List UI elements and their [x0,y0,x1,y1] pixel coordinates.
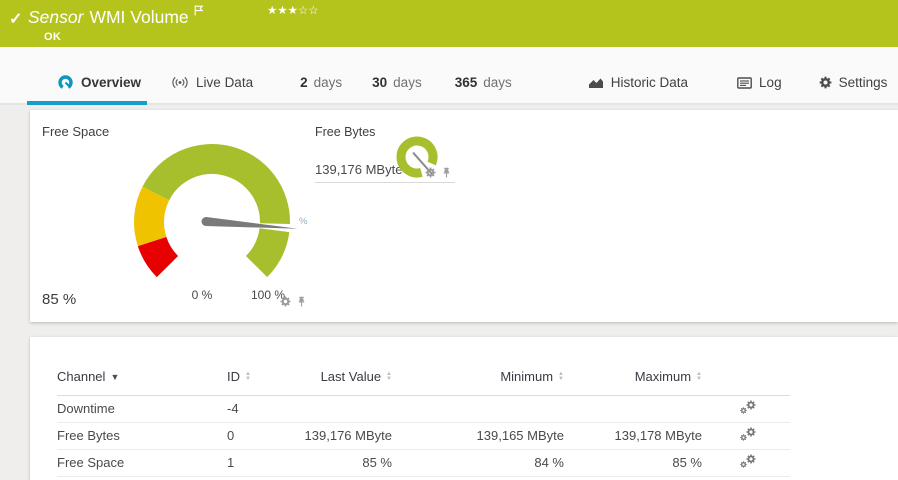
channel-settings-icon[interactable] [740,426,758,445]
cell-maximum [570,395,708,423]
tab-unit: days [313,75,343,90]
cell-minimum: 84 % [398,449,570,477]
col-label: Maximum [634,369,692,385]
overview-gauges-panel: Free Space % 0 % 100 % 85 % Free Bytes 1… [30,110,898,322]
priority-stars[interactable]: ★★★☆☆ [267,3,319,17]
stars-empty: ☆☆ [297,5,319,17]
status-badge: OK [44,31,62,43]
sensor-header: ✓ Sensor WMI Volume ★★★☆☆ OK [0,0,898,47]
gauge-toolbar [425,167,452,178]
col-header-last-value[interactable]: Last Value ▲ ▼ [303,359,398,396]
channel-settings-icon[interactable] [740,399,758,418]
channel-settings-icon[interactable] [740,453,758,472]
table-row[interactable]: Free Space 1 85 % 84 % 85 % [57,449,790,477]
sort-desc-icon: ▼ [110,371,120,382]
sensor-kicker: Sensor [28,7,84,27]
table-row[interactable]: Free Bytes 0 139,176 MByte 139,165 MByte… [57,422,790,450]
stars-filled: ★★★ [267,5,298,17]
broadcast-icon [172,77,188,88]
tab-unit: days [393,75,422,90]
sort-icon: ▲ ▼ [386,370,392,382]
cell-channel[interactable]: Free Bytes [57,422,227,450]
sort-icon: ▲ ▼ [558,370,564,382]
free-space-value: 85 % [42,291,77,308]
col-label: Channel [57,369,106,385]
gauge-icon [58,75,73,89]
tab-number: 30 [372,75,388,90]
col-label: Minimum [500,369,554,385]
cell-last-value [303,395,398,423]
tab-30-days[interactable]: 30 days [372,62,422,103]
gauge-unit-label: % [299,216,308,227]
tab-overview[interactable]: Overview [26,62,148,105]
tab-number: 365 [454,75,478,90]
col-header-channel[interactable]: Channel ▼ [57,359,227,396]
tab-unit: days [483,75,512,90]
cell-last-value: 85 % [303,449,398,477]
gear-icon[interactable] [425,167,436,178]
cell-id: 1 [227,449,303,477]
pin-icon[interactable] [296,296,307,307]
channels-table: Channel ▼ ID ▲ ▼ Last Value ▲ ▼ Minimum ▲ ▼ Max… [57,359,790,477]
table-row[interactable]: Downtime -4 [57,395,790,423]
cell-maximum: 85 % [570,449,708,477]
tab-2-days[interactable]: 2 days [300,62,342,103]
tab-label: Settings [838,75,888,90]
tab-label: Historic Data [610,75,689,90]
tab-settings[interactable]: Settings [819,62,888,103]
cell-minimum: 139,165 MByte [398,422,570,450]
col-label: Last Value [320,369,382,385]
free-bytes-value: 139,176 MByte [315,162,403,177]
col-header-maximum[interactable]: Maximum ▲ ▼ [570,359,708,396]
tab-live-data[interactable]: Live Data [171,62,253,103]
cell-id: 0 [227,422,303,450]
pin-icon[interactable] [441,167,452,178]
cell-last-value: 139,176 MByte [303,422,398,450]
gauge-toolbar [280,296,307,307]
free-space-gauge: % [134,144,308,278]
page-title: Sensor WMI Volume [28,5,204,28]
tab-365-days[interactable]: 365 days [455,62,512,103]
tab-number: 2 [300,75,308,90]
channels-panel: Channel ▼ ID ▲ ▼ Last Value ▲ ▼ Minimum ▲ ▼ Max… [30,337,898,480]
tab-bar: Overview Live Data 2 days 30 days 365 da… [0,47,898,105]
tab-historic-data[interactable]: Historic Data [588,62,688,103]
tab-label: Overview [81,75,142,90]
cell-channel[interactable]: Free Space [57,449,227,477]
table-header-row: Channel ▼ ID ▲ ▼ Last Value ▲ ▼ Minimum ▲ ▼ Max… [57,359,790,396]
cell-channel[interactable]: Downtime [57,395,227,423]
sort-icon: ▲ ▼ [696,370,702,382]
area-chart-icon [588,78,603,88]
log-list-icon [737,76,752,89]
col-header-actions [708,359,790,396]
status-check-icon: ✓ [9,11,23,28]
sort-icon: ▲ ▼ [245,370,251,382]
gauge-min-label: 0 % [191,288,213,302]
cell-minimum [398,395,570,423]
tab-log[interactable]: Log [737,62,782,103]
col-header-minimum[interactable]: Minimum ▲ ▼ [398,359,570,396]
cell-maximum: 139,178 MByte [570,422,708,450]
tab-label: Live Data [196,75,254,90]
gauge-title-free-space: Free Space [42,124,110,139]
cell-id: -4 [227,395,303,423]
priority-flag-icon[interactable] [194,5,204,16]
col-label: ID [227,369,240,385]
tab-label: Log [759,75,782,90]
gear-icon [819,76,832,89]
sensor-name: WMI Volume [89,7,189,27]
gauge-title-free-bytes: Free Bytes [315,125,376,139]
gear-icon[interactable] [280,296,291,307]
col-header-id[interactable]: ID ▲ ▼ [227,359,303,396]
